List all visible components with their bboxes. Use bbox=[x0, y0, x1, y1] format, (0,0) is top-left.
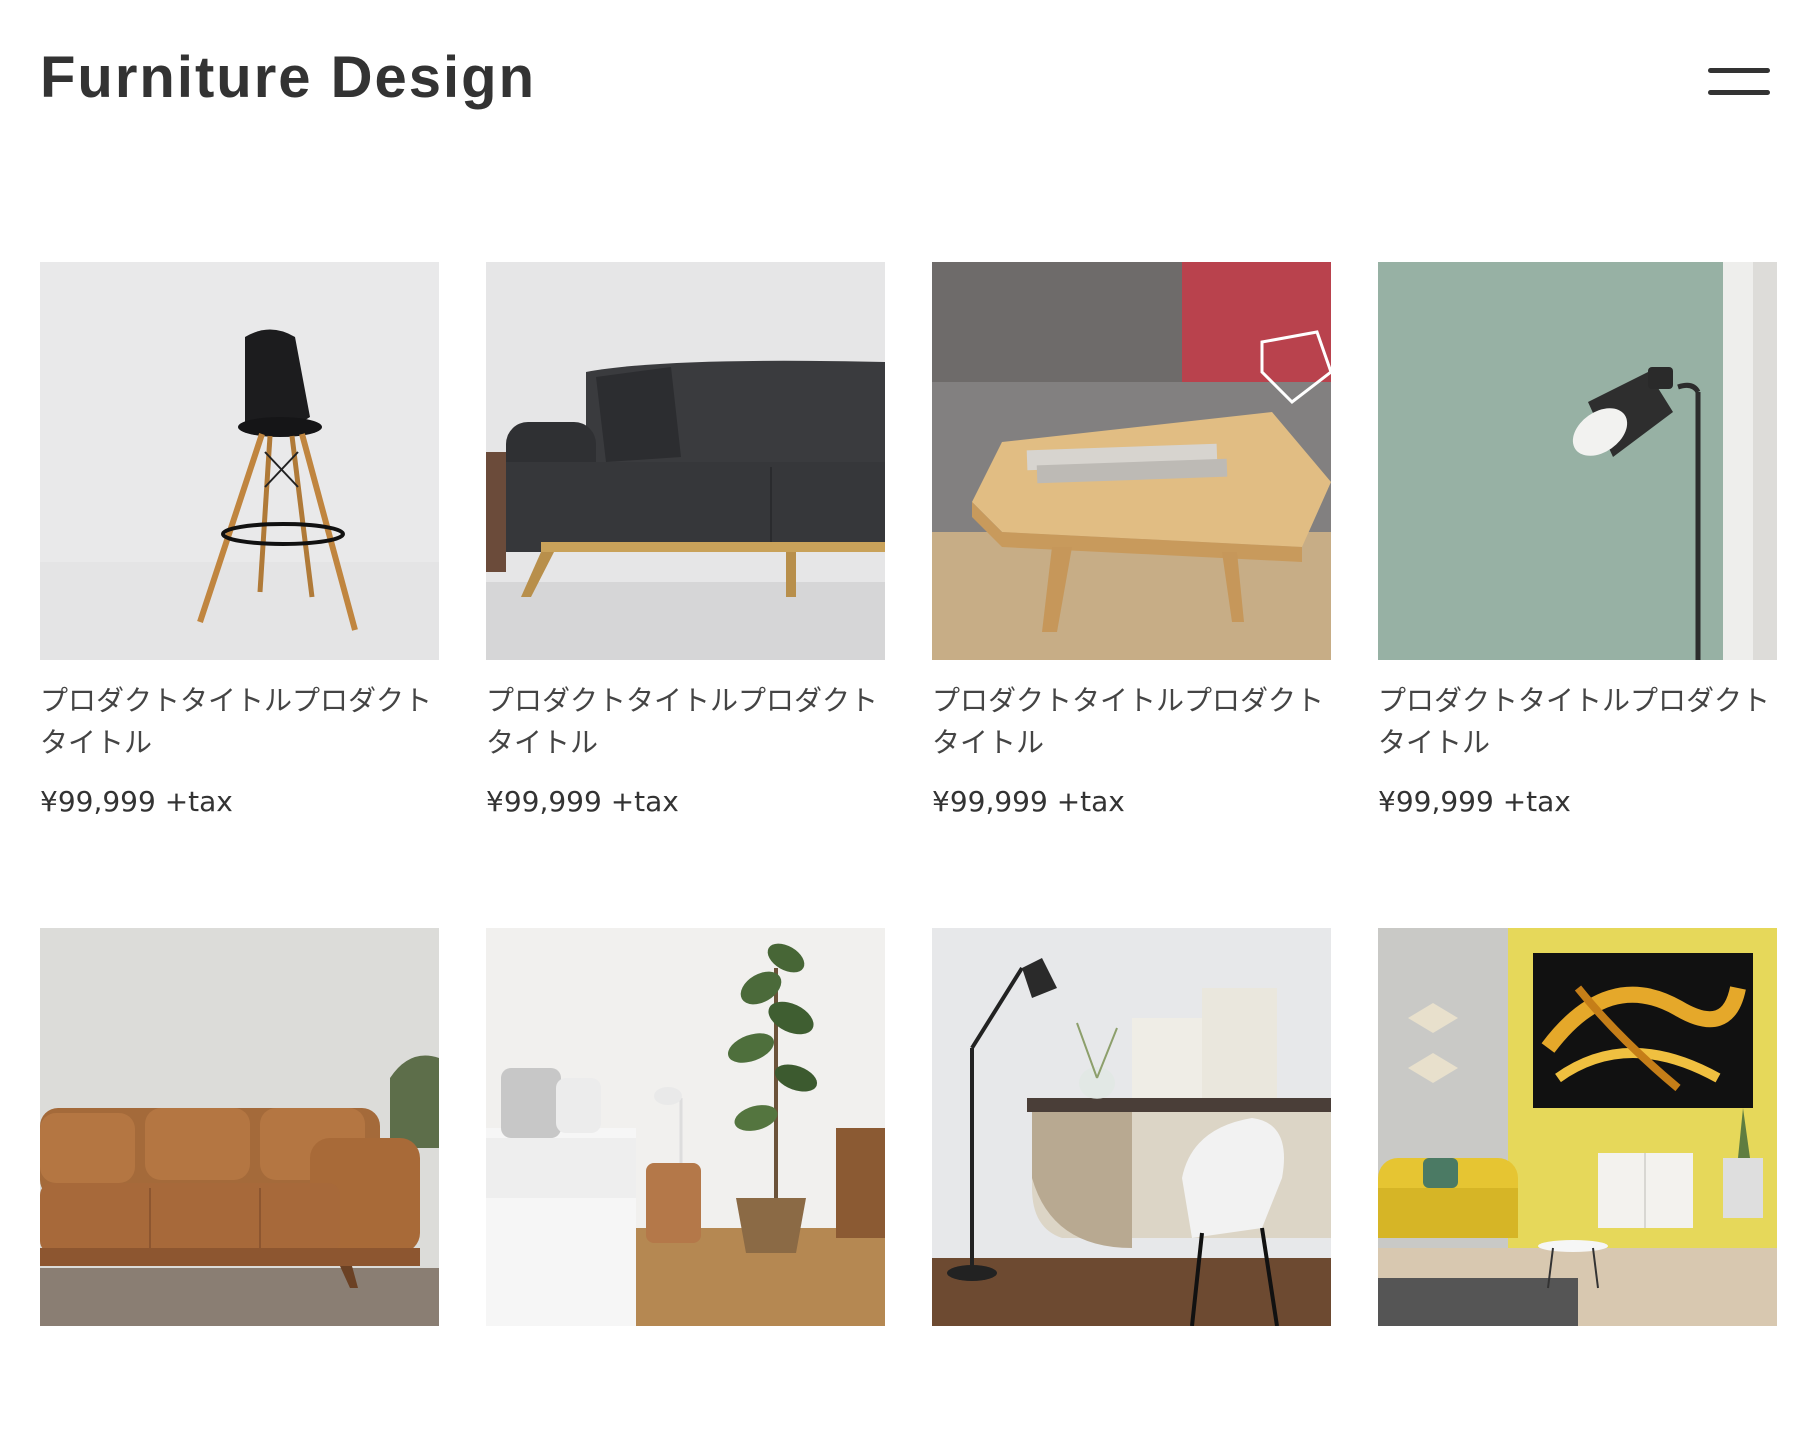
product-title[interactable] bbox=[40, 1346, 439, 1430]
brown-leather-sofa-photo[interactable] bbox=[40, 928, 439, 1326]
product-card[interactable] bbox=[1378, 928, 1777, 1450]
product-title[interactable] bbox=[486, 1346, 885, 1430]
menu-line bbox=[1708, 68, 1770, 73]
product-price: ¥99,999 +tax bbox=[1378, 785, 1571, 818]
product-card[interactable]: プロダクトタイトルプロダクトタイトル ¥99,999 +tax bbox=[486, 262, 885, 820]
dark-gray-sofa-photo[interactable] bbox=[486, 262, 885, 660]
black-floor-lamp-photo[interactable] bbox=[1378, 262, 1777, 660]
product-price: ¥99,999 +tax bbox=[40, 785, 233, 818]
site-logo[interactable]: Furniture Design bbox=[40, 42, 536, 114]
product-grid: プロダクトタイトルプロダクトタイトル ¥99,999 +tax プロダクトタイト… bbox=[40, 262, 1780, 1450]
black-bar-stool-photo[interactable] bbox=[40, 262, 439, 660]
product-card[interactable]: プロダクトタイトルプロダクトタイトル ¥99,999 +tax bbox=[1378, 262, 1777, 820]
product-card[interactable]: プロダクトタイトルプロダクトタイトル ¥99,999 +tax bbox=[40, 262, 439, 820]
product-title[interactable]: プロダクトタイトルプロダクトタイトル bbox=[486, 680, 885, 764]
menu-line bbox=[1708, 90, 1770, 95]
site-header: Furniture Design bbox=[40, 40, 1770, 120]
hamburger-menu-icon[interactable] bbox=[1708, 68, 1770, 100]
product-card[interactable] bbox=[486, 928, 885, 1450]
product-title[interactable]: プロダクトタイトルプロダクトタイトル bbox=[40, 680, 439, 764]
wooden-coffee-table-photo[interactable] bbox=[932, 262, 1331, 660]
product-title[interactable]: プロダクトタイトルプロダクトタイトル bbox=[932, 680, 1331, 764]
desk-with-floor-lamp-photo[interactable] bbox=[932, 928, 1331, 1326]
product-title[interactable]: プロダクトタイトルプロダクトタイトル bbox=[1378, 680, 1777, 764]
yellow-living-room-photo[interactable] bbox=[1378, 928, 1777, 1326]
product-card[interactable] bbox=[932, 928, 1331, 1450]
bedroom-with-plant-photo[interactable] bbox=[486, 928, 885, 1326]
product-price: ¥99,999 +tax bbox=[486, 785, 679, 818]
product-card[interactable] bbox=[40, 928, 439, 1450]
product-price: ¥99,999 +tax bbox=[932, 785, 1125, 818]
product-title[interactable] bbox=[932, 1346, 1331, 1430]
product-card[interactable]: プロダクトタイトルプロダクトタイトル ¥99,999 +tax bbox=[932, 262, 1331, 820]
product-title[interactable] bbox=[1378, 1346, 1777, 1430]
